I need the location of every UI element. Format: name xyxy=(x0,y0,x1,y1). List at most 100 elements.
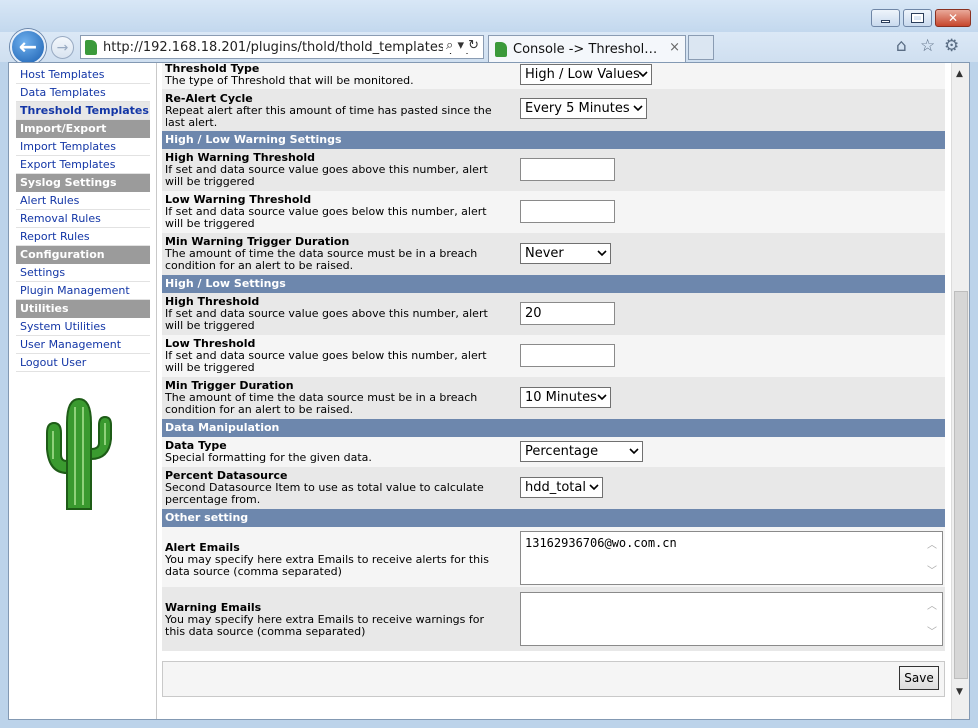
window-titlebar: ✕ xyxy=(0,0,978,32)
threshold-type-desc: The type of Threshold that will be monit… xyxy=(165,74,414,87)
sidebar-item-threshold-templates[interactable]: Threshold Templates xyxy=(16,102,150,120)
minimize-icon xyxy=(872,10,899,26)
sidebar-item-logout-user[interactable]: Logout User xyxy=(16,354,150,372)
alert-emails-value: 13162936706@wo.com.cn xyxy=(525,536,677,550)
percent-datasource-desc: Second Datasource Item to use as total v… xyxy=(165,481,484,506)
save-button[interactable]: Save xyxy=(899,666,939,690)
row-low-warning: Low Warning Threshold If set and data so… xyxy=(162,191,945,233)
low-warning-desc: If set and data source value goes below … xyxy=(165,205,487,230)
sidebar-header-utilities: Utilities xyxy=(16,300,150,318)
chevron-down-icon xyxy=(597,250,607,257)
maximize-button[interactable] xyxy=(903,9,932,27)
alert-emails-textarea[interactable]: 13162936706@wo.com.cn ︿ ﹀ xyxy=(520,531,943,585)
scroll-up-arrow-icon[interactable]: ▲ xyxy=(956,69,963,79)
row-warning-emails: Warning Emails You may specify here extr… xyxy=(162,587,945,651)
page-viewport: Host Templates Data Templates Threshold … xyxy=(8,62,970,720)
min-warning-duration-value: Never xyxy=(525,246,564,261)
sidebar-item-host-templates[interactable]: Host Templates xyxy=(16,66,150,84)
high-warning-desc: If set and data source value goes above … xyxy=(165,163,488,188)
page-scrollbar[interactable]: ▲ ▼ xyxy=(951,63,969,719)
percent-datasource-select[interactable]: hdd_total xyxy=(520,477,603,498)
chevron-down-icon xyxy=(629,448,639,455)
sidebar-item-plugin-management[interactable]: Plugin Management xyxy=(16,282,150,300)
sidebar-item-report-rules[interactable]: Report Rules xyxy=(16,228,150,246)
chevron-down-icon xyxy=(597,394,607,401)
realert-select[interactable]: Every 5 Minutes xyxy=(520,98,647,119)
min-duration-desc: The amount of time the data source must … xyxy=(165,391,478,416)
address-bar[interactable]: http://192.168.18.201/plugins/thold/thol… xyxy=(80,35,484,59)
sidebar-header-syslog-settings: Syslog Settings xyxy=(16,174,150,192)
scrollbar-thumb[interactable] xyxy=(954,291,968,679)
threshold-type-value: High / Low Values xyxy=(525,67,640,82)
low-threshold-input[interactable] xyxy=(520,344,615,367)
tab-favicon-icon xyxy=(495,42,507,57)
sidebar-header-configuration: Configuration xyxy=(16,246,150,264)
sidebar-item-settings[interactable]: Settings xyxy=(16,264,150,282)
alert-emails-desc: You may specify here extra Emails to rec… xyxy=(165,553,489,578)
row-low-threshold: Low Threshold If set and data source val… xyxy=(162,335,945,377)
maximize-icon xyxy=(904,10,931,26)
close-icon: ✕ xyxy=(947,11,959,25)
scroll-down-icon: ﹀ xyxy=(927,566,937,577)
chevron-down-icon xyxy=(638,71,648,78)
high-warning-input[interactable] xyxy=(520,158,615,181)
console-sidebar: Host Templates Data Templates Threshold … xyxy=(9,63,157,719)
row-min-warning-duration: Min Warning Trigger Duration The amount … xyxy=(162,233,945,275)
data-type-value: Percentage xyxy=(525,444,599,459)
close-window-button[interactable]: ✕ xyxy=(935,9,971,27)
address-url: http://192.168.18.201/plugins/thold/thol… xyxy=(103,39,474,55)
high-threshold-desc: If set and data source value goes above … xyxy=(165,307,488,332)
new-tab-button[interactable] xyxy=(688,35,714,60)
threshold-type-select[interactable]: High / Low Values xyxy=(520,64,652,85)
sidebar-item-user-management[interactable]: User Management xyxy=(16,336,150,354)
scroll-up-icon: ︿ xyxy=(927,540,937,551)
cactus-logo xyxy=(46,397,112,510)
textarea-scrollbar[interactable]: ︿ ﹀ xyxy=(924,532,942,584)
sidebar-item-import-templates[interactable]: Import Templates xyxy=(16,138,150,156)
address-tools-icons[interactable]: ⌕ ▾ ↻ xyxy=(443,38,479,53)
data-type-select[interactable]: Percentage xyxy=(520,441,643,462)
low-warning-input[interactable] xyxy=(520,200,615,223)
back-button[interactable]: ← xyxy=(10,29,46,65)
row-high-threshold: High Threshold If set and data source va… xyxy=(162,293,945,335)
row-alert-emails: Alert Emails You may specify here extra … xyxy=(162,527,945,587)
sidebar-item-alert-rules[interactable]: Alert Rules xyxy=(16,192,150,210)
browser-tab[interactable]: Console -> Threshold Templates × xyxy=(488,35,686,62)
minimize-button[interactable] xyxy=(871,9,900,27)
sidebar-header-import-export: Import/Export xyxy=(16,120,150,138)
realert-value: Every 5 Minutes xyxy=(525,101,630,116)
row-min-duration: Min Trigger Duration The amount of time … xyxy=(162,377,945,419)
min-warning-duration-desc: The amount of time the data source must … xyxy=(165,247,478,272)
section-data-manipulation: Data Manipulation xyxy=(162,419,945,437)
chevron-down-icon xyxy=(633,105,643,112)
section-other-setting: Other setting xyxy=(162,509,945,527)
home-icon[interactable]: ⌂ xyxy=(896,36,907,56)
scroll-up-icon: ︿ xyxy=(927,601,937,612)
high-threshold-input[interactable]: 20 xyxy=(520,302,615,325)
sidebar-item-system-utilities[interactable]: System Utilities xyxy=(16,318,150,336)
sidebar-item-export-templates[interactable]: Export Templates xyxy=(16,156,150,174)
realert-desc: Repeat alert after this amount of time h… xyxy=(165,104,492,129)
sidebar-item-data-templates[interactable]: Data Templates xyxy=(16,84,150,102)
chevron-down-icon xyxy=(589,484,599,491)
row-percent-datasource: Percent Datasource Second Datasource Ite… xyxy=(162,467,945,509)
low-threshold-desc: If set and data source value goes below … xyxy=(165,349,487,374)
min-duration-value: 10 Minutes xyxy=(525,390,597,405)
warning-emails-textarea[interactable]: ︿ ﹀ xyxy=(520,592,943,646)
min-duration-select[interactable]: 10 Minutes xyxy=(520,387,611,408)
forward-button[interactable]: → xyxy=(51,36,74,59)
warning-emails-desc: You may specify here extra Emails to rec… xyxy=(165,613,485,638)
scroll-down-arrow-icon[interactable]: ▼ xyxy=(956,687,963,697)
threshold-template-form: Threshold Type The type of Threshold tha… xyxy=(162,63,945,719)
site-favicon-icon xyxy=(85,40,97,55)
section-warning-settings: High / Low Warning Settings xyxy=(162,131,945,149)
tab-close-icon[interactable]: × xyxy=(669,40,680,55)
textarea-scrollbar[interactable]: ︿ ﹀ xyxy=(924,593,942,645)
min-warning-duration-select[interactable]: Never xyxy=(520,243,611,264)
percent-datasource-value: hdd_total xyxy=(525,480,586,495)
sidebar-item-removal-rules[interactable]: Removal Rules xyxy=(16,210,150,228)
favorites-star-icon[interactable]: ☆ xyxy=(920,36,935,56)
row-data-type: Data Type Special formatting for the giv… xyxy=(162,437,945,467)
tab-title: Console -> Threshold Templates xyxy=(513,41,661,57)
gear-icon[interactable]: ⚙ xyxy=(944,36,959,56)
